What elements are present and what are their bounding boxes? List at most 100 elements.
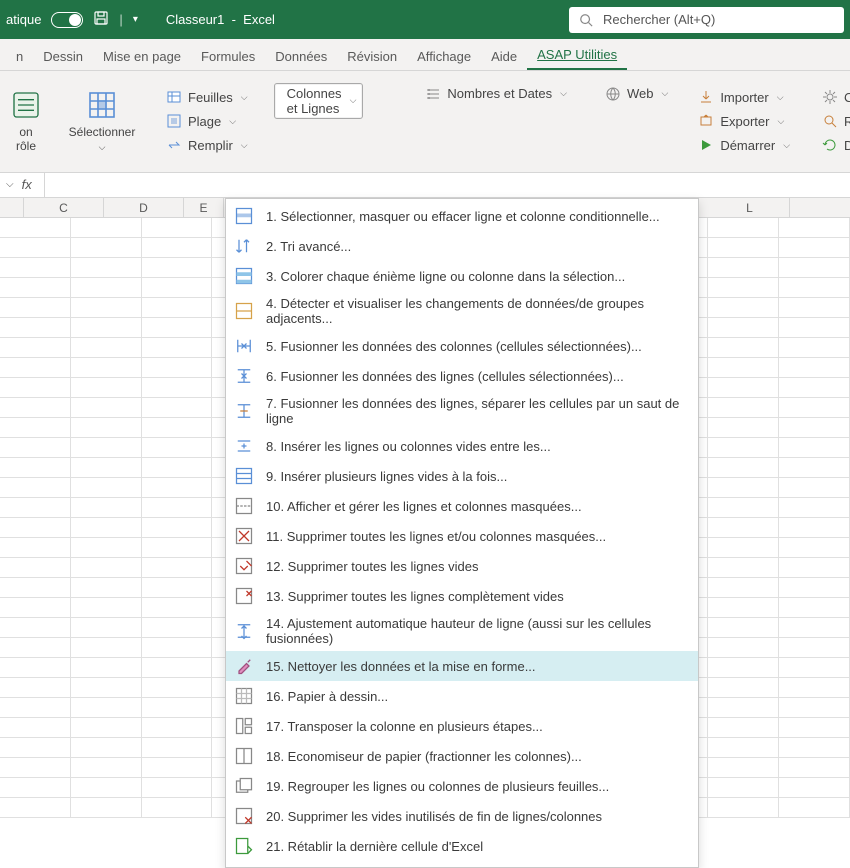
chevron-down-icon: ⌵ (350, 95, 357, 106)
select-rows-icon (234, 206, 254, 226)
btn-options-c[interactable]: C (816, 86, 850, 108)
search-box[interactable]: Rechercher (Alt+Q) (569, 7, 844, 33)
menu-item-19[interactable]: 19. Regrouper les lignes ou colonnes de … (226, 771, 698, 801)
merge-rows-icon (234, 366, 254, 386)
autosave-toggle[interactable] (51, 12, 83, 28)
tab-main-partial[interactable]: n (6, 43, 33, 70)
merge-linebreak-icon (234, 401, 254, 421)
numbers-icon (425, 86, 441, 102)
fill-icon (166, 137, 182, 153)
grid-select-icon (86, 89, 118, 121)
menu-item-21[interactable]: 21. Rétablir la dernière cellule d'Excel (226, 831, 698, 861)
chevron-down-icon: ⌵ (241, 92, 248, 103)
globe-icon (605, 86, 621, 102)
btn-selectionner-label: Sélectionner⌵ (69, 125, 136, 154)
delete-empty-rows-icon (234, 556, 254, 576)
ribbon: onrôle Sélectionner⌵ Feuilles⌵ Plage⌵ Re… (0, 71, 850, 173)
insert-rows-icon (234, 466, 254, 486)
btn-feuilles[interactable]: Feuilles⌵ (160, 86, 254, 108)
menu-item-8[interactable]: 8. Insérer les lignes ou colonnes vides … (226, 431, 698, 461)
export-icon (698, 113, 714, 129)
menu-item-17[interactable]: 17. Transposer la colonne en plusieurs é… (226, 711, 698, 741)
clean-icon (234, 656, 254, 676)
tab-revision[interactable]: Révision (337, 43, 407, 70)
trim-icon (234, 806, 254, 826)
menu-item-6[interactable]: 6. Fusionner les données des lignes (cel… (226, 361, 698, 391)
graph-paper-icon (234, 686, 254, 706)
menu-item-12[interactable]: 12. Supprimer toutes les lignes vides (226, 551, 698, 581)
col-header-e[interactable]: E (184, 198, 224, 217)
paper-saver-icon (234, 746, 254, 766)
menu-item-14[interactable]: 14. Ajustement automatique hauteur de li… (226, 611, 698, 651)
btn-importer[interactable]: Importer⌵ (692, 86, 796, 108)
tab-donnees[interactable]: Données (265, 43, 337, 70)
chevron-down-icon: ⌵ (661, 88, 668, 99)
search-icon (579, 13, 593, 27)
formula-bar: ⌵ fx (0, 173, 850, 199)
col-header-c[interactable]: C (24, 198, 104, 217)
tab-formules[interactable]: Formules (191, 43, 265, 70)
btn-remplir[interactable]: Remplir⌵ (160, 134, 254, 156)
worksheet[interactable]: C D E L 1. Sélectionner, masquer ou effa… (0, 198, 850, 818)
delete-hidden-icon (234, 526, 254, 546)
menu-item-15[interactable]: 15. Nettoyer les données et la mise en f… (226, 651, 698, 681)
menu-item-16[interactable]: 16. Papier à dessin... (226, 681, 698, 711)
sort-icon (234, 236, 254, 256)
insert-blank-icon (234, 436, 254, 456)
tab-affichage[interactable]: Affichage (407, 43, 481, 70)
btn-nombres-dates[interactable]: Nombres et Dates⌵ (419, 83, 573, 105)
menu-item-2[interactable]: 2. Tri avancé... (226, 231, 698, 261)
window-title: Classeur1 - Excel (166, 12, 275, 27)
menu-item-5[interactable]: 5. Fusionner les données des colonnes (c… (226, 331, 698, 361)
save-icon[interactable] (93, 10, 109, 29)
hidden-rows-icon (234, 496, 254, 516)
chevron-down-icon: ⌵ (241, 140, 248, 151)
menu-item-18[interactable]: 18. Economiseur de papier (fractionner l… (226, 741, 698, 771)
menu-item-3[interactable]: 3. Colorer chaque énième ligne ou colonn… (226, 261, 698, 291)
menu-item-13[interactable]: 13. Supprimer toutes les lignes complète… (226, 581, 698, 611)
chevron-down-icon: ⌵ (783, 140, 790, 151)
autofit-icon (234, 621, 254, 641)
btn-selectionner[interactable]: Sélectionner⌵ (62, 75, 142, 167)
chevron-down-icon: ⌵ (560, 88, 567, 99)
chevron-down-icon: ⌵ (229, 116, 236, 127)
menu-item-11[interactable]: 11. Supprimer toutes les lignes et/ou co… (226, 521, 698, 551)
formula-input[interactable] (44, 173, 844, 198)
chevron-down-icon: ⌵ (777, 116, 784, 127)
fx-icon[interactable]: fx (22, 177, 32, 192)
col-header-l[interactable]: L (710, 198, 790, 217)
btn-web[interactable]: Web⌵ (599, 83, 674, 105)
btn-options-d[interactable]: D (816, 134, 850, 156)
menu-item-1[interactable]: 1. Sélectionner, masquer ou effacer lign… (226, 201, 698, 231)
ribbon-group-left-partial: onrôle (0, 71, 52, 172)
unknown-icon (10, 89, 42, 121)
tab-dessin[interactable]: Dessin (33, 43, 93, 70)
menu-item-4[interactable]: 4. Détecter et visualiser les changement… (226, 291, 698, 331)
col-header-d[interactable]: D (104, 198, 184, 217)
tab-asap-utilities[interactable]: ASAP Utilities (527, 41, 627, 70)
btn-colonnes-lignes[interactable]: Colonnes et Lignes⌵ (274, 83, 364, 119)
search-placeholder: Rechercher (Alt+Q) (603, 12, 715, 27)
btn-options-r[interactable]: R (816, 110, 850, 132)
detect-changes-icon (234, 301, 254, 321)
btn-exporter[interactable]: Exporter⌵ (692, 110, 796, 132)
menu-item-7[interactable]: 7. Fusionner les données des lignes, sép… (226, 391, 698, 431)
qat-separator: | (119, 12, 122, 27)
menu-item-9[interactable]: 9. Insérer plusieurs lignes vides à la f… (226, 461, 698, 491)
reset-lastcell-icon (234, 836, 254, 856)
btn-partial-left[interactable]: onrôle (6, 75, 46, 167)
menu-item-20[interactable]: 20. Supprimer les vides inutilisés de fi… (226, 801, 698, 831)
autosave-label: atique (6, 12, 41, 27)
gear-icon (822, 89, 838, 105)
sheets-icon (166, 89, 182, 105)
import-icon (698, 89, 714, 105)
qat-customize-icon[interactable]: ▾ (133, 14, 138, 25)
refresh-icon (822, 137, 838, 153)
menu-item-10[interactable]: 10. Afficher et gérer les lignes et colo… (226, 491, 698, 521)
btn-plage[interactable]: Plage⌵ (160, 110, 254, 132)
tab-mise-en-page[interactable]: Mise en page (93, 43, 191, 70)
delete-all-empty-icon (234, 586, 254, 606)
name-box-chevron-icon[interactable]: ⌵ (6, 179, 14, 190)
tab-aide[interactable]: Aide (481, 43, 527, 70)
btn-demarrer[interactable]: Démarrer⌵ (692, 134, 796, 156)
